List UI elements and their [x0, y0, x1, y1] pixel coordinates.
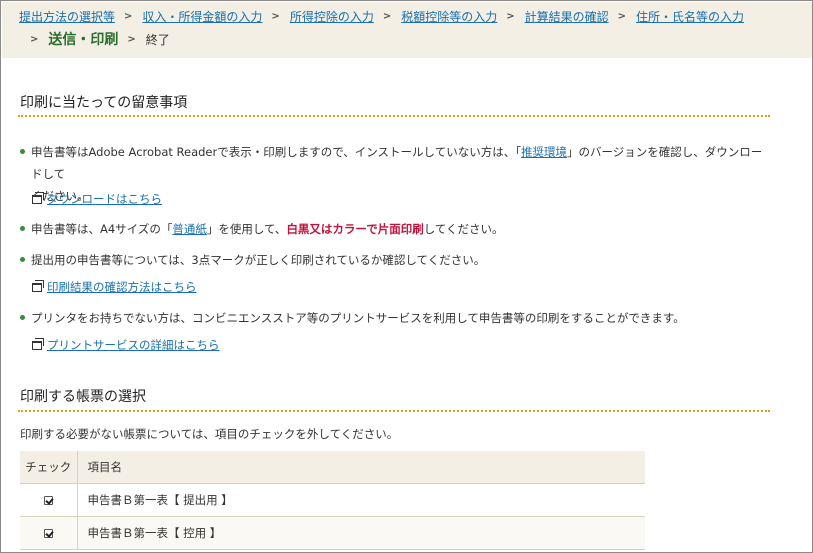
note-text: 提出用の申告書等については、3点マークが正しく印刷されているか確認してください。	[31, 253, 486, 267]
plain-paper-link[interactable]: 普通紙	[172, 222, 207, 236]
forms-table: チェック 項目名 申告書Ｂ第一表【 提出用 】 申告書Ｂ第一表【 控用 】	[20, 451, 645, 550]
download-link[interactable]: ダウンロードはこちら	[47, 191, 162, 207]
breadcrumb-step-tax-credit[interactable]: 税額控除等の入力	[401, 8, 497, 25]
table-row: 申告書Ｂ第一表【 提出用 】	[20, 483, 645, 517]
column-header-name: 項目名	[77, 451, 645, 484]
breadcrumb-step-method[interactable]: 提出方法の選択等	[19, 8, 115, 25]
section-divider	[18, 410, 770, 412]
note-text: 申告書等はAdobe Acrobat Readerで表示・印刷しますので、インス…	[31, 145, 521, 159]
print-service-link-row: プリントサービスの詳細はこちら	[32, 337, 220, 353]
bullet-icon	[20, 315, 25, 320]
bullet-icon	[20, 257, 25, 262]
chevron-right-icon: >	[382, 10, 392, 22]
new-window-icon	[32, 279, 44, 292]
column-header-check: チェック	[20, 451, 78, 484]
table-row: 申告書Ｂ第一表【 控用 】	[20, 516, 645, 550]
breadcrumb-step-deduction[interactable]: 所得控除の入力	[290, 8, 374, 25]
bullet-icon	[20, 226, 25, 231]
chevron-right-icon: >	[127, 33, 136, 45]
form-name: 申告書Ｂ第一表【 控用 】	[77, 516, 645, 550]
section-divider	[18, 115, 770, 117]
note-item-print-service: プリンタをお持ちでない方は、コンビニエンスストア等のプリントサービスを利用して申…	[20, 307, 770, 329]
breadcrumb-step-income[interactable]: 収入・所得金額の入力	[142, 8, 262, 25]
breadcrumb-step-result[interactable]: 計算結果の確認	[525, 8, 609, 25]
form-checkbox[interactable]	[43, 528, 53, 538]
chevron-right-icon: >	[271, 10, 280, 22]
new-window-icon	[32, 337, 44, 350]
form-name: 申告書Ｂ第一表【 提出用 】	[77, 483, 645, 517]
chevron-right-icon: >	[124, 10, 133, 22]
chevron-right-icon: >	[506, 10, 515, 22]
new-window-icon	[32, 191, 44, 204]
breadcrumb-step-finish: 終了	[145, 32, 170, 47]
forms-instruction: 印刷する必要がない帳票については、項目のチェックを外してください。	[20, 427, 399, 441]
breadcrumb: 提出方法の選択等 > 収入・所得金額の入力 > 所得控除の入力 > 税額控除等の…	[2, 2, 812, 58]
forms-section-title: 印刷する帳票の選択	[20, 389, 146, 405]
print-mode-emphasis: 白黒又はカラーで片面印刷	[286, 222, 424, 236]
note-item-paper: 申告書等は、A4サイズの「普通紙」を使用して、白黒又はカラーで片面印刷してくださ…	[20, 218, 770, 240]
table-header-row: チェック 項目名	[20, 451, 645, 484]
breadcrumb-current-step: 送信・印刷	[48, 32, 119, 48]
note-item-marks: 提出用の申告書等については、3点マークが正しく印刷されているか確認してください。	[20, 249, 770, 271]
bullet-icon	[20, 149, 25, 154]
breadcrumb-row-1: 提出方法の選択等 > 収入・所得金額の入力 > 所得控除の入力 > 税額控除等の…	[19, 7, 744, 25]
chevron-right-icon: >	[30, 33, 39, 45]
note-text: 申告書等は、A4サイズの「	[31, 222, 173, 236]
print-service-link[interactable]: プリントサービスの詳細はこちら	[47, 337, 220, 353]
breadcrumb-row-2: > 送信・印刷 > 終了	[30, 30, 170, 48]
print-check-link[interactable]: 印刷結果の確認方法はこちら	[47, 279, 197, 295]
form-checkbox[interactable]	[43, 495, 53, 505]
page-frame: 提出方法の選択等 > 収入・所得金額の入力 > 所得控除の入力 > 税額控除等の…	[0, 0, 813, 553]
note-text: してください。	[423, 222, 504, 236]
notes-section-title: 印刷に当たっての留意事項	[20, 95, 188, 111]
chevron-right-icon: >	[617, 10, 627, 22]
note-text: 」を使用して、	[206, 222, 287, 236]
note-text: プリンタをお持ちでない方は、コンビニエンスストア等のプリントサービスを利用して申…	[31, 311, 685, 325]
recommended-environment-link[interactable]: 推奨環境	[521, 145, 567, 159]
confirm-link-row: 印刷結果の確認方法はこちら	[32, 279, 197, 295]
breadcrumb-step-address[interactable]: 住所・氏名等の入力	[636, 8, 744, 25]
download-link-row: ダウンロードはこちら	[32, 191, 162, 207]
